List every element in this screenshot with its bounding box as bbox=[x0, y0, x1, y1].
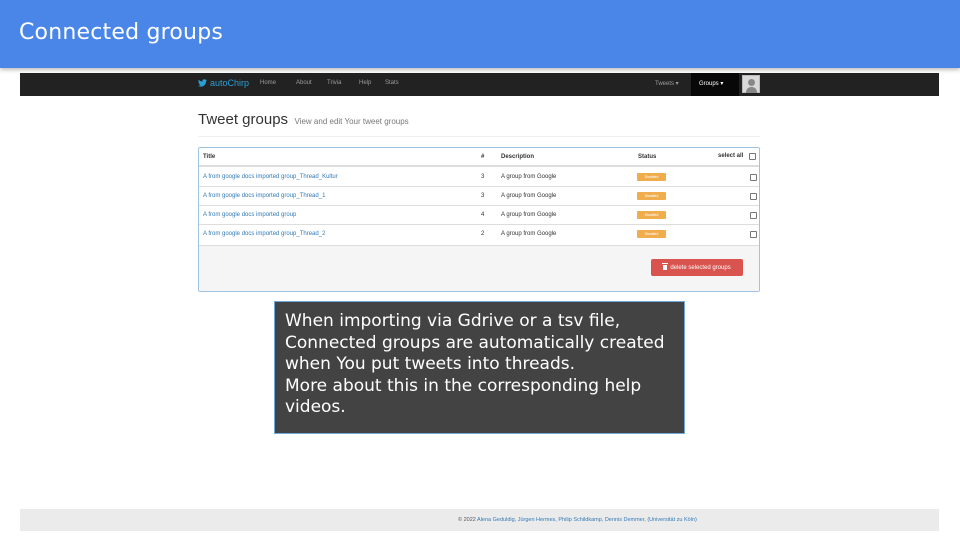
brand-link[interactable]: autoChirp bbox=[198, 78, 249, 88]
nav-help[interactable]: Help bbox=[359, 80, 371, 86]
nav-stats[interactable]: Stats bbox=[385, 80, 399, 86]
group-title-link[interactable]: A from google docs imported group bbox=[203, 212, 296, 218]
twitter-bird-icon bbox=[198, 79, 207, 87]
table-row: A from google docs imported group 4 A gr… bbox=[199, 206, 759, 225]
group-count: 3 bbox=[481, 174, 485, 180]
status-badge: Disabled bbox=[637, 192, 666, 200]
slide-title: Connected groups bbox=[19, 20, 224, 45]
page-subtitle: View and edit Your tweet groups bbox=[294, 117, 409, 126]
status-badge: Disabled bbox=[637, 211, 666, 219]
brand-label: autoChirp bbox=[210, 78, 250, 88]
group-title-link[interactable]: A from google docs imported group_Thread… bbox=[203, 231, 325, 237]
select-all-checkbox[interactable] bbox=[749, 153, 756, 160]
delete-selected-groups-button[interactable]: delete selected groups bbox=[651, 259, 743, 276]
header-description: Description bbox=[501, 154, 535, 160]
groups-panel: Title # Description Status select all A … bbox=[198, 147, 760, 292]
header-count: # bbox=[481, 154, 485, 160]
group-description: A group from Google bbox=[501, 193, 557, 199]
nav-home[interactable]: Home bbox=[260, 80, 276, 86]
page-heading: Tweet groups View and edit Your tweet gr… bbox=[198, 111, 409, 129]
row-checkbox[interactable] bbox=[750, 174, 757, 181]
table-row: A from google docs imported group_Thread… bbox=[199, 225, 759, 244]
row-checkbox[interactable] bbox=[750, 193, 757, 200]
avatar-head bbox=[748, 79, 755, 86]
group-count: 4 bbox=[481, 212, 485, 218]
page-title: Tweet groups bbox=[198, 111, 289, 128]
slide-header: Connected groups bbox=[0, 0, 960, 68]
callout-line: Connected groups are automatically creat… bbox=[285, 332, 665, 353]
group-count: 2 bbox=[481, 231, 485, 237]
heading-divider bbox=[198, 136, 760, 137]
group-title-link[interactable]: A from google docs imported group_Thread… bbox=[203, 193, 325, 199]
status-badge: Disabled bbox=[637, 173, 666, 181]
avatar-body bbox=[746, 87, 757, 93]
group-count: 3 bbox=[481, 193, 485, 199]
callout-line: when You put tweets into threads. bbox=[285, 354, 576, 374]
table-row: A from google docs imported group_Thread… bbox=[199, 187, 759, 206]
table-header-row: Title # Description Status select all bbox=[199, 148, 759, 167]
group-description: A group from Google bbox=[501, 212, 557, 218]
callout-line: More about this in the corresponding hel… bbox=[285, 375, 642, 396]
group-description: A group from Google bbox=[501, 174, 557, 180]
callout-line: When importing via Gdrive or a tsv file, bbox=[285, 311, 621, 331]
navbar: autoChirp Home About Trivia Help Stats T… bbox=[20, 73, 939, 96]
tweets-dropdown[interactable]: Tweets ▾ bbox=[655, 80, 679, 87]
nav-trivia[interactable]: Trivia bbox=[327, 80, 341, 86]
groups-dropdown[interactable]: Groups ▾ bbox=[691, 73, 739, 96]
row-checkbox[interactable] bbox=[750, 212, 757, 219]
user-avatar[interactable] bbox=[742, 75, 760, 93]
row-checkbox[interactable] bbox=[750, 231, 757, 238]
nav-about[interactable]: About bbox=[296, 80, 312, 86]
status-badge: Disabled bbox=[637, 230, 666, 238]
annotation-callout: When importing via Gdrive or a tsv file,… bbox=[274, 301, 685, 434]
group-description: A group from Google bbox=[501, 231, 557, 237]
callout-line: videos. bbox=[285, 397, 346, 417]
group-title-link[interactable]: A from google docs imported group_Thread… bbox=[203, 174, 338, 180]
site-footer: © 2022 Alena Geduldig, Jürgen Hermes, Ph… bbox=[20, 509, 939, 531]
delete-button-label: delete selected groups bbox=[670, 264, 731, 271]
panel-footer: delete selected groups bbox=[199, 245, 759, 291]
table-row: A from google docs imported group_Thread… bbox=[199, 168, 759, 187]
header-select-all: select all bbox=[718, 153, 744, 159]
footer-copyright: © 2022 bbox=[458, 517, 478, 523]
header-title: Title bbox=[203, 154, 216, 160]
trash-icon bbox=[662, 263, 669, 270]
footer-authors-link[interactable]: Alena Geduldig, Jürgen Hermes, Philip Sc… bbox=[477, 517, 697, 523]
header-status: Status bbox=[638, 154, 657, 160]
